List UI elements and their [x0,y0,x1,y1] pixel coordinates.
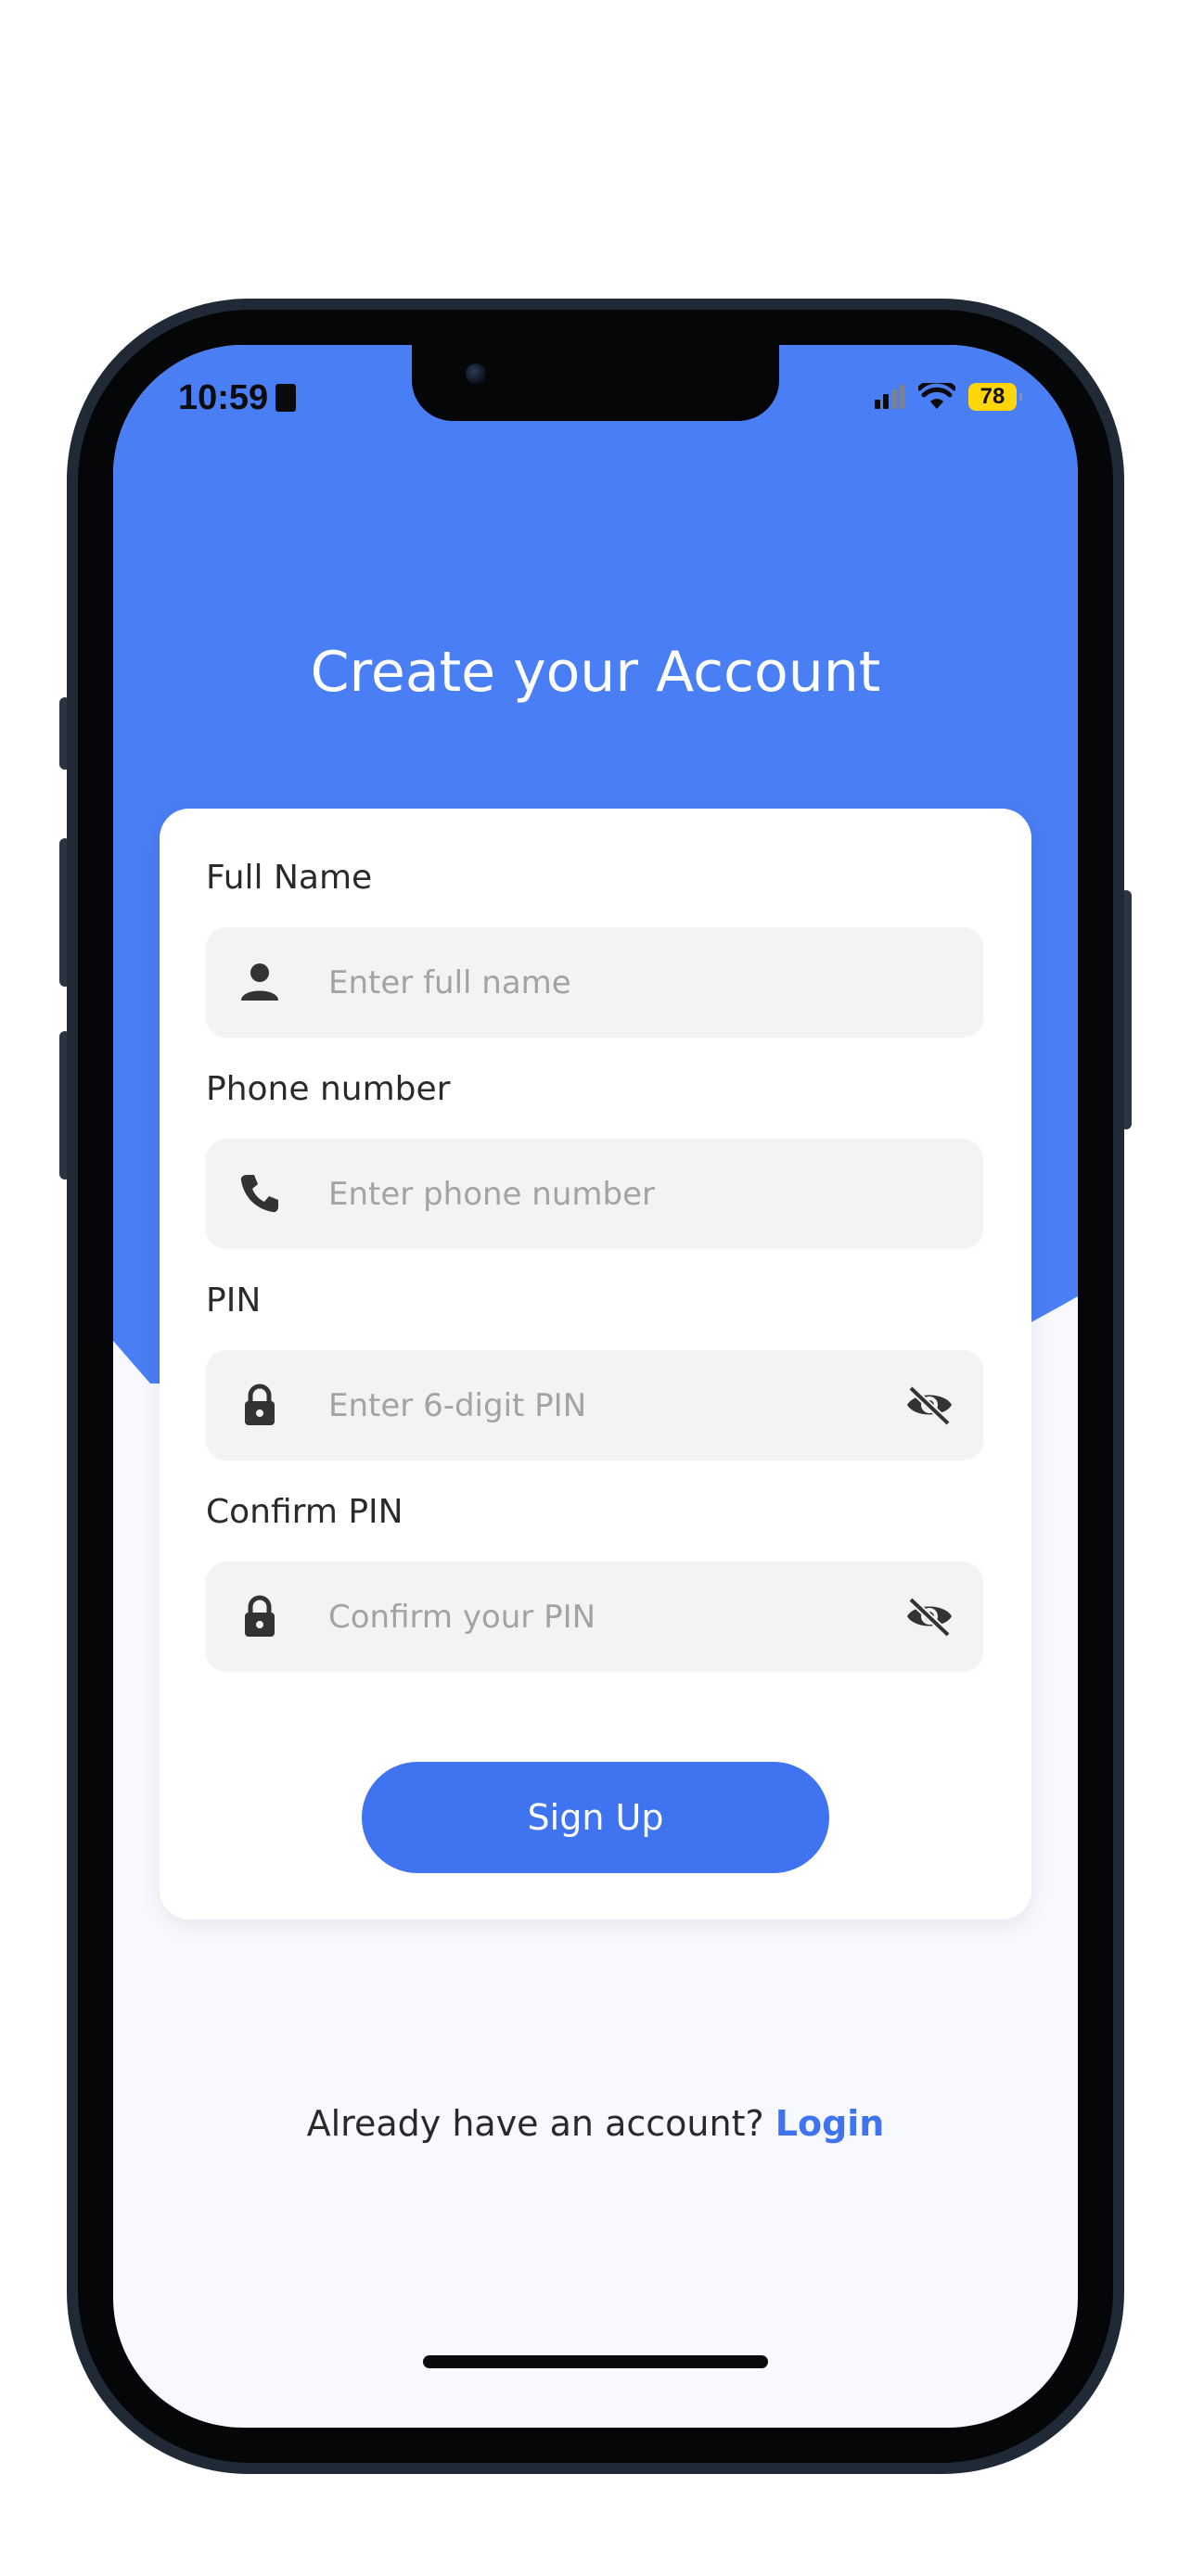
front-camera [466,363,486,384]
wifi-icon [918,383,955,409]
confirm-pin-input[interactable] [327,1562,850,1673]
battery-level: 78 [980,384,1005,409]
status-indicators: 78 [875,378,1022,415]
confirm-pin-field [206,1562,983,1673]
cellular-signal-icon [875,385,905,409]
login-prompt-text: Already have an account? [306,2103,764,2144]
phone-label: Phone number [206,1070,451,1108]
status-time: 10:59 [178,378,297,418]
full-name-label: Full Name [206,859,373,897]
lock-icon [245,1384,275,1425]
confirm-pin-label: Confirm PIN [206,1493,403,1531]
pin-input[interactable] [327,1350,850,1461]
sign-up-button[interactable]: Sign Up [362,1762,829,1873]
sim-card-icon [275,384,297,412]
phone-input[interactable] [327,1139,850,1250]
eye-off-icon[interactable] [903,1383,955,1427]
pin-field [206,1350,983,1461]
login-prompt: Already have an account? Login [113,2103,1078,2144]
pin-label: PIN [206,1282,262,1320]
phone-frame: 10:59 78 Create your Account Full Name E… [67,299,1124,2474]
login-link[interactable]: Login [775,2103,885,2144]
lock-icon [245,1595,275,1637]
status-time-text: 10:59 [178,378,269,417]
page-title: Create your Account [310,640,881,705]
home-indicator[interactable] [423,2355,768,2368]
full-name-field [206,927,983,1039]
phone-field [206,1139,983,1250]
person-icon [241,963,278,1001]
battery-icon: 78 [968,383,1022,411]
eye-off-icon[interactable] [903,1594,955,1639]
phone-icon [240,1175,278,1213]
notch [412,345,779,421]
full-name-input[interactable] [327,927,850,1039]
app-screen: 10:59 78 Create your Account Full Name E… [113,345,1078,2428]
signup-form-card: Full Name Phone number PIN [160,809,1031,1919]
